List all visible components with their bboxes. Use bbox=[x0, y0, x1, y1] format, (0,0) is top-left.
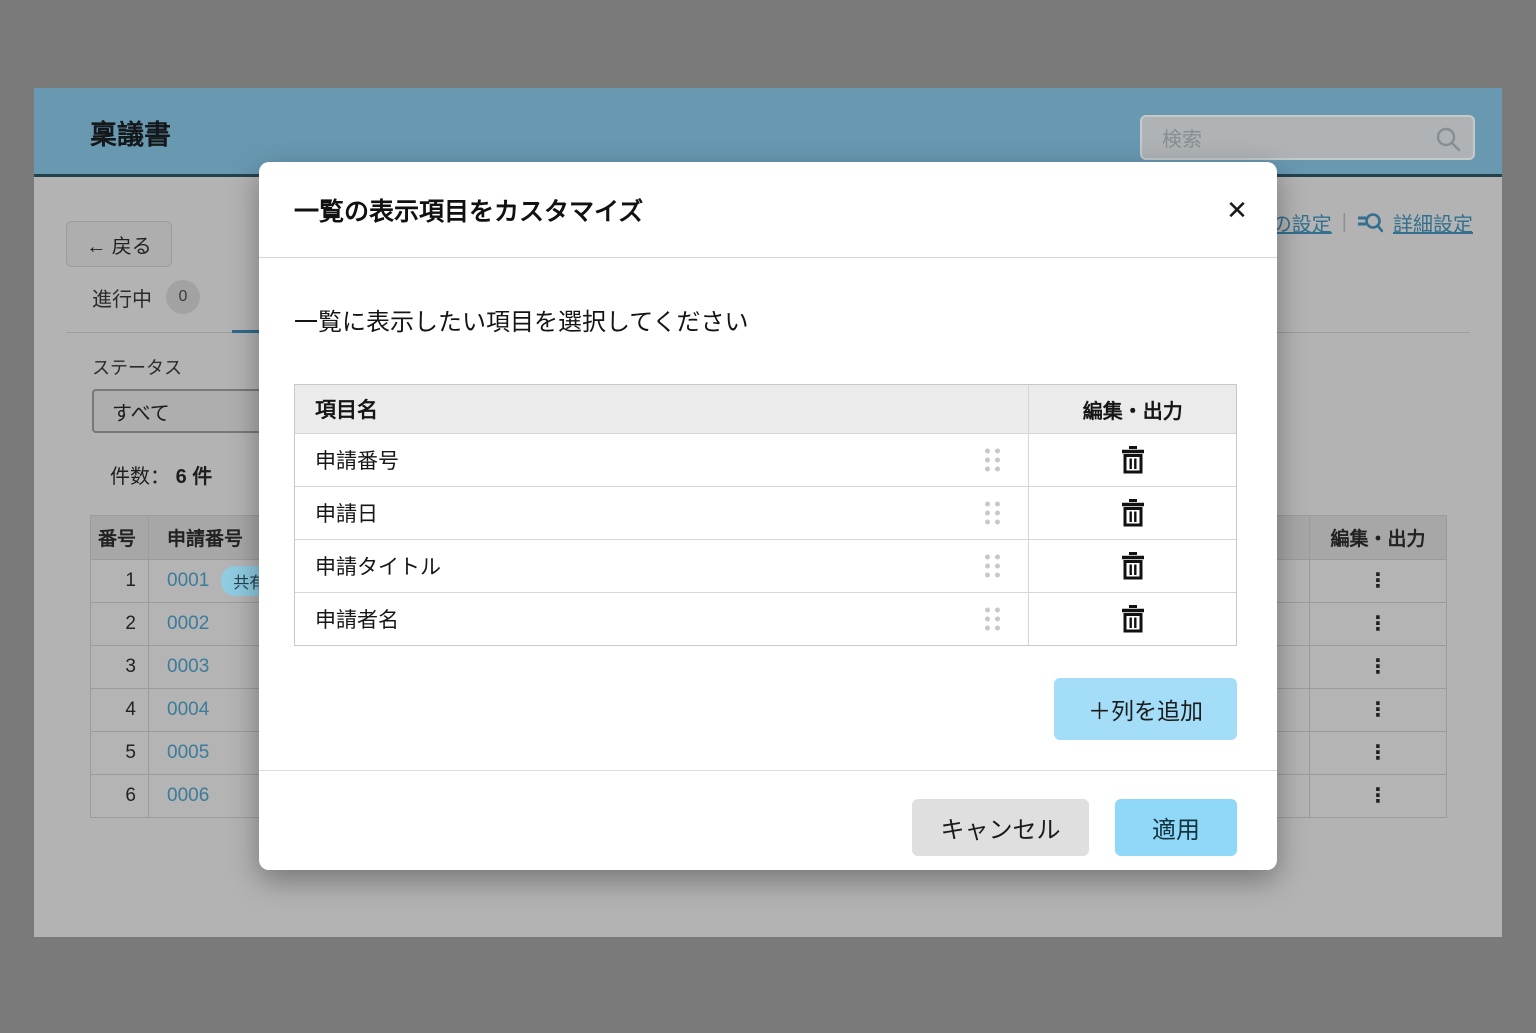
trash-icon bbox=[1120, 604, 1146, 634]
trash-icon bbox=[1120, 498, 1146, 528]
customize-columns-dialog: 一覧の表示項目をカスタマイズ ✕ 一覧に表示したい項目を選択してください 項目名… bbox=[259, 162, 1277, 870]
search-input[interactable]: 検索 bbox=[1140, 115, 1475, 160]
column-label: 申請番号 bbox=[315, 445, 399, 475]
dialog-header-divider bbox=[259, 257, 1277, 258]
dialog-subtitle: 一覧に表示したい項目を選択してください bbox=[294, 302, 749, 337]
row-number: 6 bbox=[91, 775, 148, 817]
delete-column-button[interactable] bbox=[1120, 445, 1146, 475]
page-title: 稟議書 bbox=[90, 88, 171, 177]
row-number: 4 bbox=[91, 689, 148, 731]
delete-column-button[interactable] bbox=[1120, 551, 1146, 581]
drag-handle-icon[interactable] bbox=[985, 555, 1000, 578]
edit-output-header: 編集・出力 bbox=[1028, 385, 1236, 433]
app-number-link[interactable]: 0002 bbox=[167, 613, 209, 635]
dialog-title: 一覧の表示項目をカスタマイズ bbox=[294, 192, 643, 228]
result-count: 件数： 6 件 bbox=[110, 460, 212, 489]
drag-handle-icon[interactable] bbox=[985, 449, 1000, 472]
advanced-search-icon bbox=[1357, 210, 1383, 234]
column-label: 申請日 bbox=[315, 498, 378, 528]
drag-handle-icon[interactable] bbox=[985, 608, 1000, 631]
add-column-button[interactable]: ＋列を追加 bbox=[1054, 678, 1237, 740]
apply-button[interactable]: 適用 bbox=[1115, 799, 1237, 856]
app-number-link[interactable]: 0005 bbox=[167, 742, 209, 764]
column-label: 申請タイトル bbox=[315, 551, 441, 581]
columns-table-header: 項目名 編集・出力 bbox=[295, 385, 1236, 433]
cancel-button[interactable]: キャンセル bbox=[912, 799, 1089, 856]
close-icon[interactable]: ✕ bbox=[1217, 190, 1257, 230]
app-number-link[interactable]: 0003 bbox=[167, 656, 209, 678]
columns-table: 項目名 編集・出力 申請番号 bbox=[294, 384, 1237, 646]
row-number: 3 bbox=[91, 646, 148, 688]
delete-column-button[interactable] bbox=[1120, 498, 1146, 528]
app-number-link[interactable]: 0004 bbox=[167, 699, 209, 721]
col-header-actions: 編集・出力 bbox=[1309, 516, 1446, 559]
app-number-link[interactable]: 0006 bbox=[167, 785, 209, 807]
back-button[interactable]: ← 戻る bbox=[66, 221, 172, 267]
column-row: 申請タイトル bbox=[295, 539, 1236, 592]
delete-column-button[interactable] bbox=[1120, 604, 1146, 634]
row-actions-menu-icon[interactable]: ⋮ bbox=[1368, 657, 1388, 677]
search-placeholder: 検索 bbox=[1162, 123, 1202, 152]
column-label: 申請者名 bbox=[315, 604, 399, 634]
row-number: 2 bbox=[91, 603, 148, 645]
advanced-settings-link[interactable]: 詳細設定 bbox=[1393, 208, 1473, 237]
row-number: 1 bbox=[91, 560, 148, 602]
trash-icon bbox=[1120, 445, 1146, 475]
status-label: ステータス bbox=[92, 354, 182, 380]
drag-handle-icon[interactable] bbox=[985, 502, 1000, 525]
tab-in-progress-badge: 0 bbox=[166, 280, 200, 314]
column-row: 申請日 bbox=[295, 486, 1236, 539]
column-row: 申請番号 bbox=[295, 433, 1236, 486]
row-actions-menu-icon[interactable]: ⋮ bbox=[1368, 743, 1388, 763]
search-icon bbox=[1435, 126, 1461, 157]
row-actions-menu-icon[interactable]: ⋮ bbox=[1368, 614, 1388, 634]
settings-links: 目の設定 | 詳細設定 bbox=[1252, 207, 1473, 237]
row-actions-menu-icon[interactable]: ⋮ bbox=[1368, 571, 1388, 591]
row-number: 5 bbox=[91, 732, 148, 774]
trash-icon bbox=[1120, 551, 1146, 581]
column-name-header: 項目名 bbox=[295, 385, 1028, 433]
row-actions-menu-icon[interactable]: ⋮ bbox=[1368, 700, 1388, 720]
status-select-value: すべて bbox=[112, 397, 170, 426]
row-actions-menu-icon[interactable]: ⋮ bbox=[1368, 786, 1388, 806]
dialog-footer-divider bbox=[259, 770, 1277, 771]
links-separator: | bbox=[1342, 211, 1347, 234]
app-number-link[interactable]: 0001 bbox=[167, 570, 209, 592]
tab-bar: 進行中 0 完 bbox=[92, 280, 286, 314]
column-row: 申請者名 bbox=[295, 592, 1236, 645]
col-header-number: 番号 bbox=[91, 516, 148, 559]
tab-in-progress[interactable]: 進行中 bbox=[92, 283, 152, 312]
